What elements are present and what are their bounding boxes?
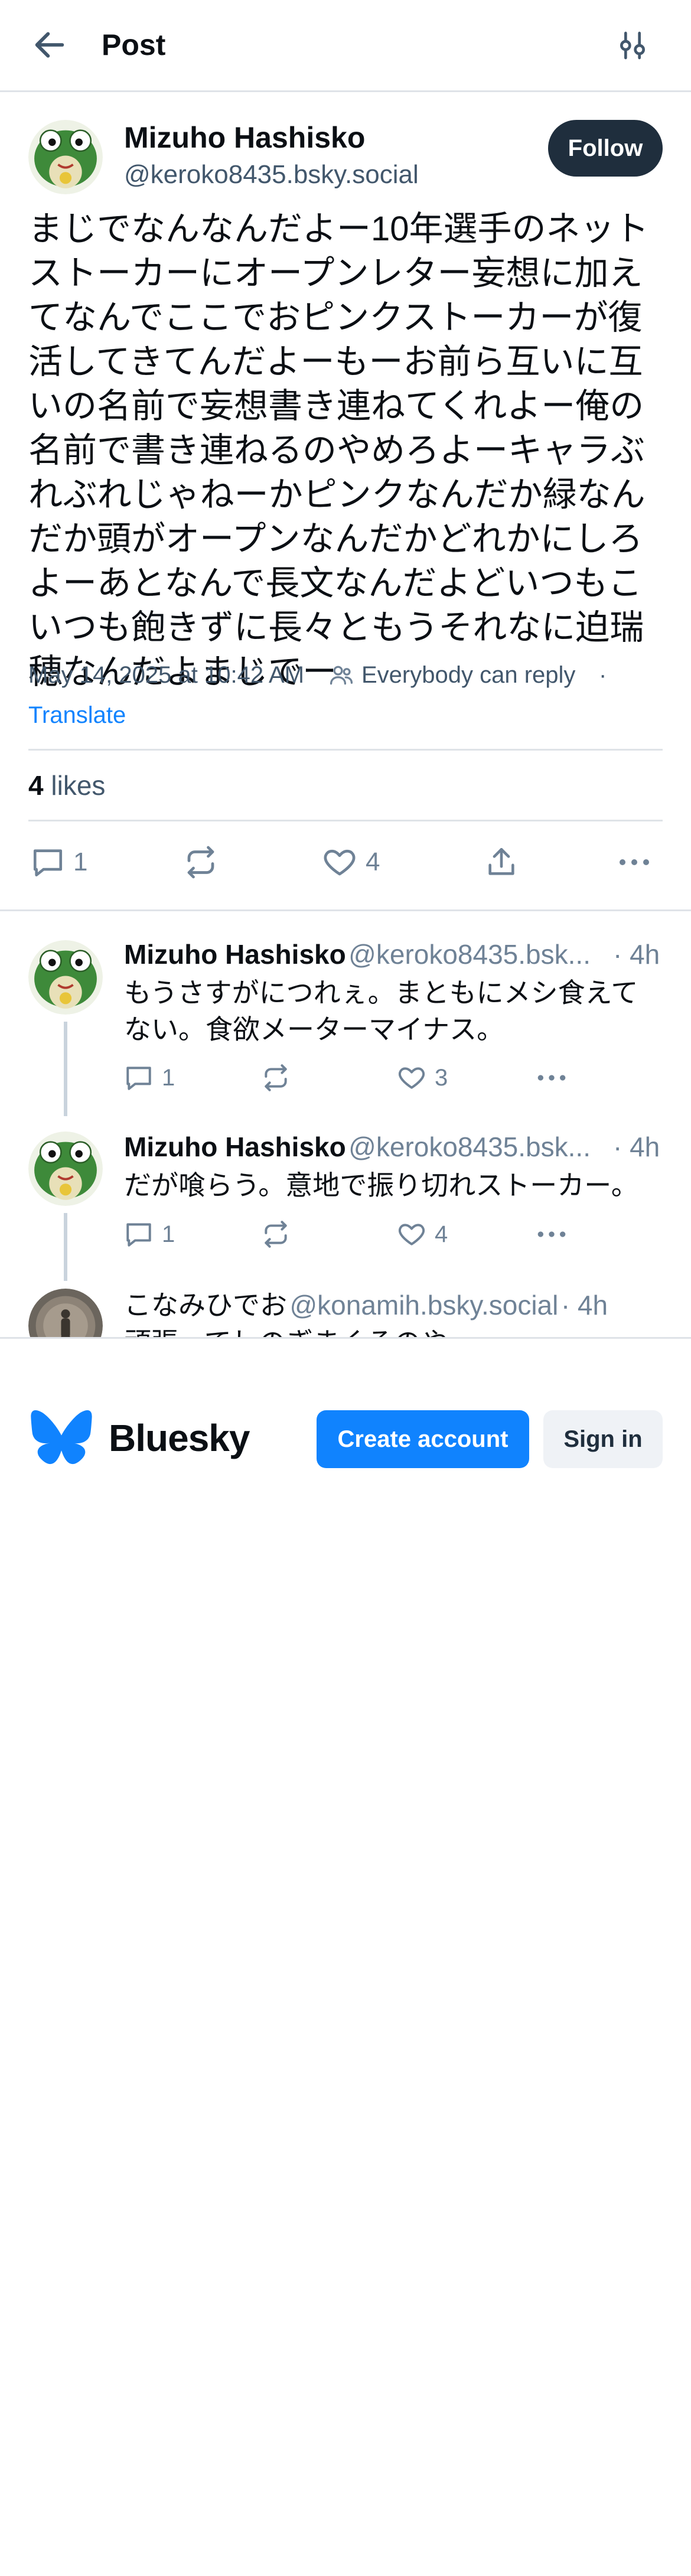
reply-time[interactable]: · 4h <box>613 1129 660 1165</box>
people-icon <box>330 666 353 685</box>
thread-line <box>64 1022 67 1116</box>
meta-separator: · <box>599 662 607 688</box>
reply-count: 1 <box>162 1064 175 1091</box>
reply-count: 1 <box>73 847 88 876</box>
likes-count[interactable]: 4 likes <box>28 768 105 803</box>
divider <box>28 749 663 751</box>
reply-time[interactable]: · 4h <box>613 937 660 972</box>
reply-button[interactable]: 1 <box>124 1218 175 1251</box>
like-count: 4 <box>366 847 380 876</box>
speech-bubble-icon <box>126 1223 151 1247</box>
ellipsis-icon <box>537 1231 566 1237</box>
avatar[interactable] <box>28 120 103 194</box>
reply-text: もうさすがにつれぇ。まともにメシ食えてない。食欲メーターマイナス。 <box>124 977 638 1045</box>
heart-icon <box>398 1067 425 1089</box>
reply-button[interactable]: 1 <box>124 1061 175 1094</box>
reply-setting-label: Everybody can reply <box>361 662 576 688</box>
reply-text: だが喰らう。意地で振り切れストーカー。 <box>124 1170 638 1201</box>
more-options-button[interactable] <box>535 1218 568 1251</box>
repost-button[interactable] <box>261 1218 291 1251</box>
heart-icon <box>398 1224 425 1245</box>
share-icon <box>488 847 514 875</box>
create-account-button[interactable]: Create account <box>317 1410 529 1468</box>
ellipsis-icon <box>620 859 649 865</box>
reply-header: Mizuho Hashisko @keroko8435.bsk... <box>124 937 602 979</box>
reply-author-handle[interactable]: @konamih.bsky.social <box>289 1290 558 1320</box>
ellipsis-icon <box>537 1075 566 1081</box>
bluesky-wordmark: Bluesky <box>109 1417 250 1459</box>
butterfly-icon <box>31 1410 92 1465</box>
thread-line <box>64 1213 67 1281</box>
reply-count: 1 <box>162 1221 175 1247</box>
page-title: Post <box>102 28 166 61</box>
post-date[interactable]: May 14, 2025 at 10:42 AM <box>28 660 304 690</box>
post-text: まじでなんなんだよー10年選手のネットストーカーにオープンレター妄想に加えてなん… <box>28 210 649 691</box>
sign-in-button[interactable]: Sign in <box>543 1410 663 1468</box>
speech-bubble-icon <box>126 1067 151 1090</box>
avatar[interactable] <box>28 940 103 1015</box>
repost-icon <box>265 1064 287 1091</box>
repost-button[interactable] <box>261 1061 291 1094</box>
likes-label: likes <box>51 770 106 801</box>
bluesky-logo <box>31 1410 92 1465</box>
heart-icon <box>324 849 356 876</box>
author-name[interactable]: Mizuho Hashisko <box>124 120 365 155</box>
reply-setting: Everybody can reply <box>328 660 575 690</box>
reply-author-name[interactable]: こなみひでお <box>124 1290 287 1320</box>
reply-author-handle[interactable]: @keroko8435.bsk... <box>348 939 591 970</box>
like-count: 3 <box>435 1064 448 1091</box>
author-handle[interactable]: @keroko8435.bsky.social <box>124 158 419 191</box>
arrow-left-icon <box>35 32 64 58</box>
thread-settings-button[interactable] <box>612 26 653 65</box>
translate-link[interactable]: Translate <box>28 700 126 730</box>
divider <box>28 820 663 821</box>
like-button[interactable]: 4 <box>322 843 380 881</box>
reply-header: Mizuho Hashisko @keroko8435.bsk... <box>124 1129 602 1172</box>
like-count: 4 <box>435 1221 448 1247</box>
repost-icon <box>265 1221 287 1248</box>
like-button[interactable]: 4 <box>397 1218 448 1251</box>
more-options-button[interactable] <box>535 1061 568 1094</box>
like-button[interactable]: 3 <box>397 1061 448 1094</box>
back-button[interactable] <box>31 26 78 64</box>
reply-author-handle[interactable]: @keroko8435.bsk... <box>348 1132 591 1162</box>
avatar[interactable] <box>28 1132 103 1206</box>
divider <box>0 909 691 911</box>
likes-number: 4 <box>28 770 44 801</box>
repost-button[interactable] <box>183 843 219 881</box>
share-button[interactable] <box>484 843 519 881</box>
reply-time[interactable]: · 4h <box>561 1290 608 1320</box>
follow-button[interactable]: Follow <box>548 120 663 177</box>
speech-bubble-icon <box>33 849 63 877</box>
reply-button[interactable]: 1 <box>31 843 87 881</box>
sliders-icon <box>620 31 645 60</box>
reply-author-name[interactable]: Mizuho Hashisko <box>124 939 346 970</box>
more-options-button[interactable] <box>617 843 652 881</box>
repost-icon <box>187 846 214 879</box>
reply-author-name[interactable]: Mizuho Hashisko <box>124 1132 346 1162</box>
